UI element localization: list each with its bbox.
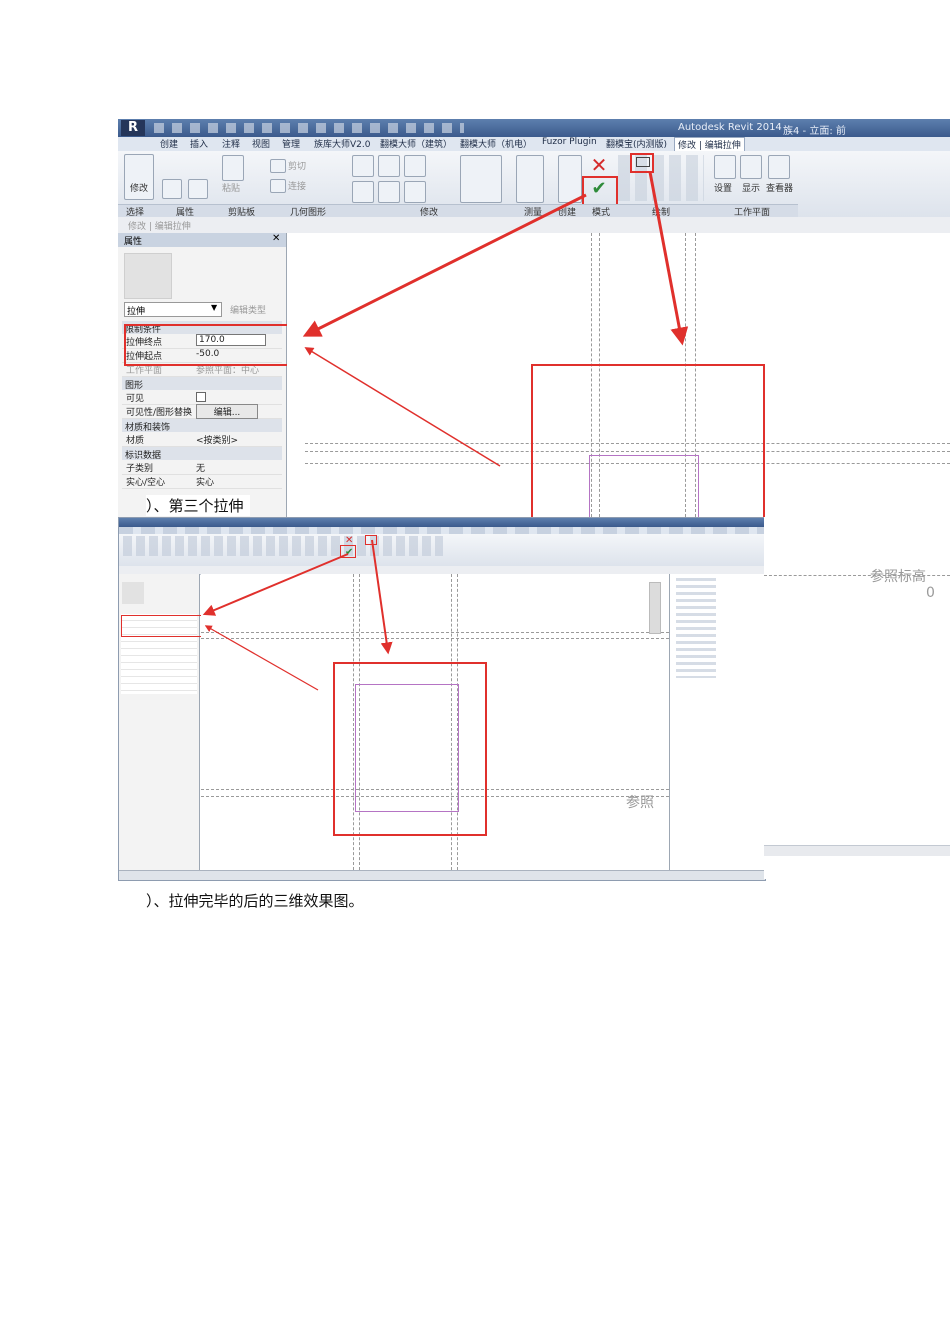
arrow-to-properties-small (202, 553, 349, 616)
caption-3d-result: ）、拉伸完毕的后的三维效果图。 (146, 892, 364, 910)
arrow-to-constraints-small (204, 625, 319, 691)
reference-label-partial: 参照 (626, 795, 654, 811)
reference-level-label: 参照标高 (870, 569, 926, 585)
scrollbar[interactable] (764, 845, 950, 856)
arrow-to-sketch-small (371, 539, 393, 655)
reference-level-value: 0 (926, 585, 935, 601)
background-canvas-strip: 参照标高 0 (764, 517, 950, 879)
